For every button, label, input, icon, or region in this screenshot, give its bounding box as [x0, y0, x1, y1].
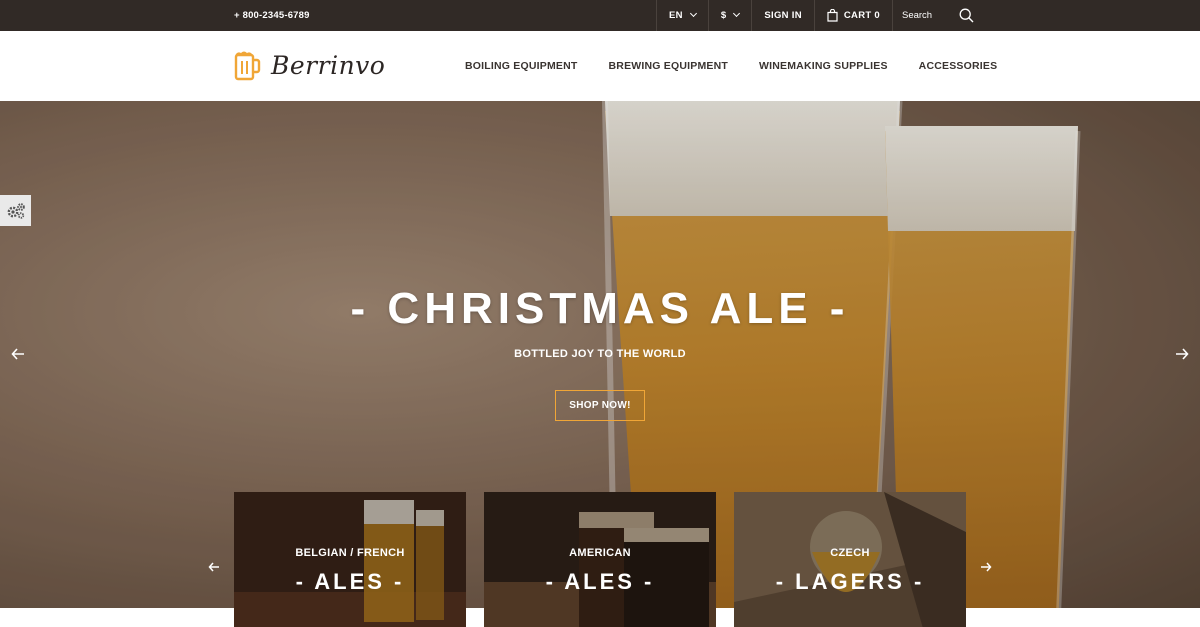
sign-in-label: SIGN IN: [764, 10, 802, 21]
arrow-right-icon: [1176, 348, 1189, 360]
hero-subtitle: BOTTLED JOY TO THE WORLD: [514, 348, 686, 360]
arrow-right-icon: [981, 562, 992, 572]
hero-slider: - CHRISTMAS ALE - BOTTLED JOY TO THE WOR…: [0, 101, 1200, 627]
sign-in-link[interactable]: SIGN IN: [751, 0, 813, 31]
cart-label: CART 0: [843, 10, 880, 21]
nav-brewing-equipment[interactable]: BREWING EQUIPMENT: [609, 60, 729, 72]
shop-now-button[interactable]: SHOP NOW!: [555, 390, 645, 421]
cart-button[interactable]: CART 0: [813, 0, 892, 31]
gears-icon: [7, 202, 25, 219]
card-title: - ALES -: [295, 569, 405, 594]
cards-prev-arrow[interactable]: [206, 559, 222, 575]
hero-prev-arrow[interactable]: [8, 344, 28, 364]
site-header: Berrinvo BOILING EQUIPMENT BREWING EQUIP…: [0, 31, 1200, 101]
language-label: EN: [669, 10, 683, 21]
brand-name: Berrinvo: [271, 50, 386, 80]
language-selector[interactable]: EN: [656, 0, 708, 31]
hero-next-arrow[interactable]: [1172, 344, 1192, 364]
settings-panel-toggle[interactable]: [0, 195, 31, 226]
nav-accessories[interactable]: ACCESSORIES: [919, 60, 998, 72]
shopping-bag-icon: [827, 9, 838, 22]
category-cards: BELGIAN / FRENCH - ALES - AMERICAN - ALE…: [234, 492, 966, 627]
nav-boiling-equipment[interactable]: BOILING EQUIPMENT: [465, 60, 578, 72]
nav-winemaking-supplies[interactable]: WINEMAKING SUPPLIES: [759, 60, 888, 72]
card-title: - LAGERS -: [775, 569, 925, 594]
search-box: [891, 0, 974, 31]
card-overlay: [234, 492, 466, 627]
category-card-american-ales[interactable]: AMERICAN - ALES -: [484, 492, 716, 627]
chevron-down-icon: [689, 9, 697, 18]
search-icon[interactable]: [959, 8, 974, 23]
hero-title: - CHRISTMAS ALE -: [350, 284, 850, 333]
top-bar: + 800-2345-6789 EN $ SIGN IN CART 0: [0, 0, 1200, 31]
currency-selector[interactable]: $: [707, 0, 752, 31]
category-card-belgian-french-ales[interactable]: BELGIAN / FRENCH - ALES -: [234, 492, 466, 627]
top-bar-actions: EN $ SIGN IN CART 0: [656, 0, 974, 31]
category-card-czech-lagers[interactable]: CZECH - LAGERS -: [734, 492, 966, 627]
card-caption: AMERICAN: [569, 547, 631, 559]
card-title: - ALES -: [545, 569, 655, 594]
logo[interactable]: Berrinvo: [234, 49, 385, 81]
chevron-down-icon: [733, 9, 741, 18]
main-nav: BOILING EQUIPMENT BREWING EQUIPMENT WINE…: [465, 31, 997, 101]
phone-number[interactable]: + 800-2345-6789: [234, 0, 310, 31]
card-caption: BELGIAN / FRENCH: [295, 547, 405, 559]
arrow-left-icon: [208, 562, 219, 572]
card-overlay: [734, 492, 966, 627]
beer-mug-icon: [234, 51, 261, 81]
currency-label: $: [720, 10, 727, 21]
card-caption: CZECH: [830, 547, 870, 559]
search-input[interactable]: [901, 10, 954, 21]
cards-next-arrow[interactable]: [978, 559, 994, 575]
card-overlay: [484, 492, 716, 627]
arrow-left-icon: [11, 348, 24, 360]
